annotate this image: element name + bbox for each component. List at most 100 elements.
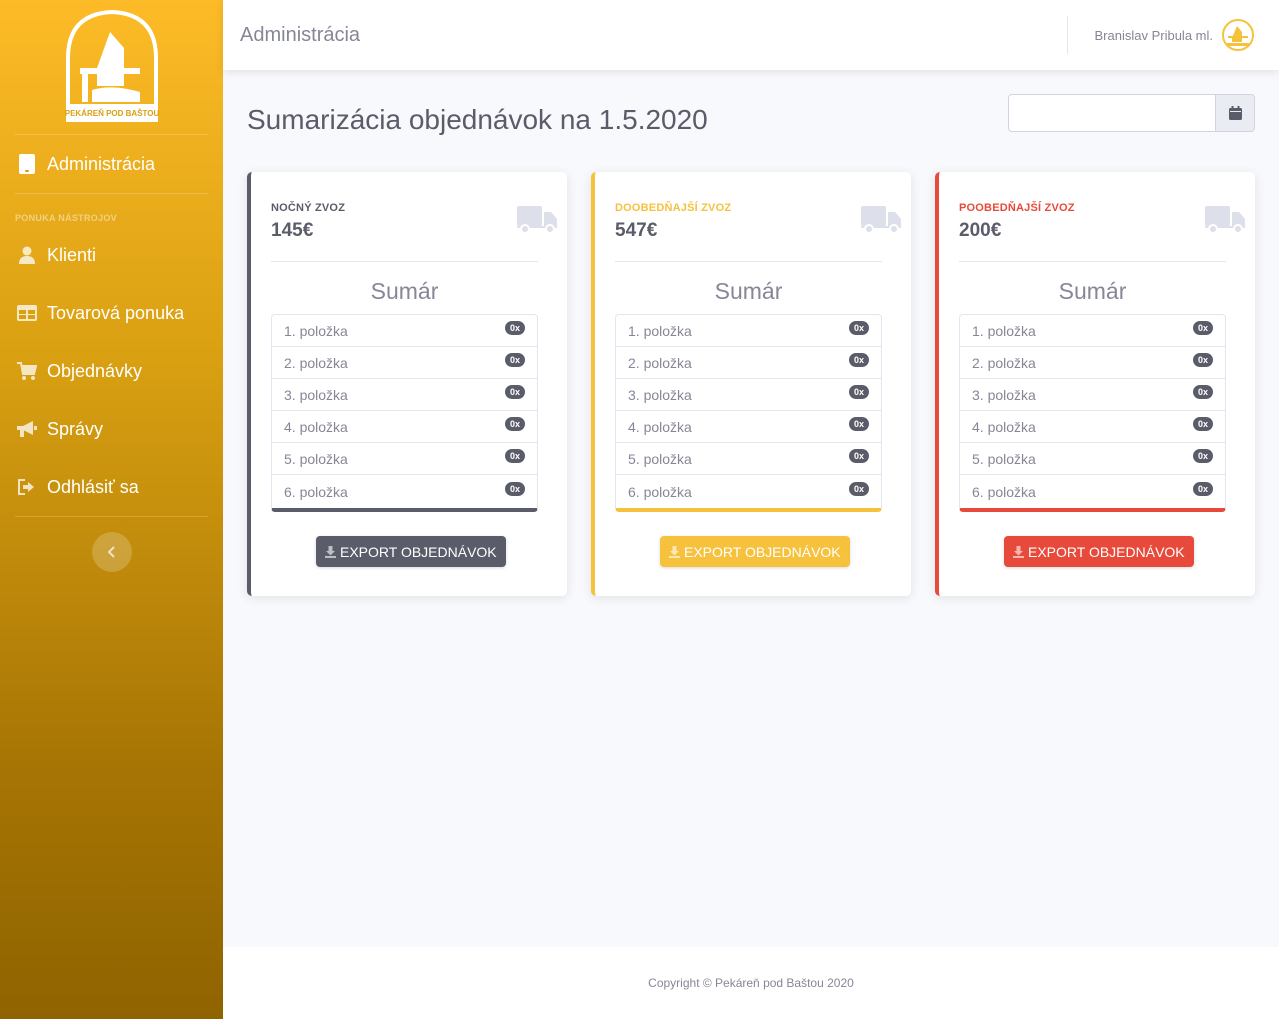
sidebar-item-label: Správy [47, 418, 104, 439]
topbar-title: Administrácia [240, 23, 361, 46]
sidebar-item-label: Objednávky [47, 360, 143, 381]
count-badge: 0x [504, 352, 525, 367]
brand[interactable]: PEKÁREŇ POD BAŠTOU [0, 0, 223, 134]
item-name: 5. položka [628, 450, 692, 467]
item-name: 1. položka [628, 322, 692, 339]
list-item: 1. položka 0x [960, 315, 1225, 347]
export-button[interactable]: EXPORT OBJEDNÁVOK [660, 536, 850, 567]
sidebar-item-objednavky[interactable]: Objednávky [0, 342, 223, 400]
calendar-icon [1228, 106, 1242, 120]
list-item: 4. položka 0x [272, 411, 537, 443]
list-item: 4. položka 0x [616, 411, 881, 443]
card-header: Doobedňajší zvoz 547€ [615, 202, 901, 242]
card-doobednajsi-zvoz: Doobedňajší zvoz 547€ Sumár 1. položka 0x… [591, 172, 911, 596]
item-name: 4. položka [284, 418, 348, 435]
count-badge: 0x [848, 448, 869, 463]
sidebar-item-label: Administrácia [47, 153, 156, 174]
bullhorn-icon [17, 419, 37, 439]
card-label: Doobedňajší zvoz [615, 202, 732, 214]
count-badge: 0x [504, 448, 525, 463]
card-label: Nočný zvoz [271, 202, 346, 214]
summary-title: Sumár [370, 278, 439, 304]
export-button-label: EXPORT OBJEDNÁVOK [684, 543, 841, 560]
item-name: 2. položka [972, 354, 1036, 371]
item-name: 6. položka [628, 483, 692, 500]
item-name: 5. položka [284, 450, 348, 467]
list-item: 3. položka 0x [960, 379, 1225, 411]
card-label: Poobedňajší zvoz [959, 202, 1075, 214]
count-badge: 0x [504, 384, 525, 399]
copyright-text: Copyright © Pekáreň pod Baštou 2020 [648, 976, 854, 990]
sidebar-item-spravy[interactable]: Správy [0, 400, 223, 458]
count-badge: 0x [504, 320, 525, 335]
export-button-label: EXPORT OBJEDNÁVOK [340, 543, 497, 560]
list-item: 6. položka 0x [616, 475, 881, 508]
sidebar-item-label: Tovarová ponuka [47, 302, 185, 323]
sidebar-heading: PONUKA NÁSTROJOV [15, 213, 117, 223]
calendar-button[interactable] [1216, 94, 1255, 132]
card-value: 145€ [271, 220, 314, 241]
count-badge: 0x [848, 320, 869, 335]
sidebar-item-tovarova-ponuka[interactable]: Tovarová ponuka [0, 284, 223, 342]
list-item: 5. položka 0x [616, 443, 881, 475]
truck-icon [861, 206, 901, 234]
sidebar-item-administracia[interactable]: Administrácia [0, 135, 223, 193]
download-icon [669, 545, 680, 558]
count-badge: 0x [1192, 384, 1213, 399]
sidebar-item-label: Klienti [47, 244, 97, 265]
list-item: 6. položka 0x [272, 475, 537, 508]
summary-list: 1. položka 0x 2. položka 0x 3. položka 0x 4… [271, 314, 538, 512]
item-name: 1. položka [972, 322, 1036, 339]
sidebar-item-label: Odhlásiť sa [47, 476, 139, 497]
item-name: 3. položka [628, 386, 692, 403]
download-icon [325, 545, 336, 558]
card-poobednajsi-zvoz: Poobedňajší zvoz 200€ Sumár 1. položka 0x… [935, 172, 1255, 596]
count-badge: 0x [1192, 481, 1213, 496]
export-button[interactable]: EXPORT OBJEDNÁVOK [1004, 536, 1194, 567]
count-badge: 0x [848, 384, 869, 399]
card-divider [271, 261, 538, 262]
card-header: Nočný zvoz 145€ [271, 202, 557, 242]
count-badge: 0x [848, 352, 869, 367]
item-name: 2. položka [284, 354, 348, 371]
topbar: Administrácia Branislav Pribula ml. [223, 0, 1279, 70]
download-icon [1013, 545, 1024, 558]
card-nocny-zvoz: Nočný zvoz 145€ Sumár 1. položka 0x 2. po… [247, 172, 567, 596]
date-input[interactable] [1008, 94, 1216, 132]
card-value: 200€ [959, 220, 1002, 241]
sign-out-icon [17, 477, 37, 497]
export-button[interactable]: EXPORT OBJEDNÁVOK [316, 536, 506, 567]
item-name: 3. položka [972, 386, 1036, 403]
item-name: 2. položka [628, 354, 692, 371]
list-item: 5. položka 0x [272, 443, 537, 475]
chevron-left-icon [107, 546, 115, 558]
item-name: 6. položka [972, 483, 1036, 500]
item-name: 4. položka [628, 418, 692, 435]
topbar-divider [1066, 16, 1068, 54]
footer: Copyright © Pekáreň pod Baštou 2020 [223, 947, 1279, 1019]
export-button-label: EXPORT OBJEDNÁVOK [1028, 543, 1185, 560]
count-badge: 0x [1192, 448, 1213, 463]
item-name: 3. položka [284, 386, 348, 403]
sidebar-toggle-wrap [0, 517, 223, 572]
avatar[interactable] [1221, 18, 1255, 52]
item-name: 5. položka [972, 450, 1036, 467]
truck-icon [517, 206, 557, 234]
card-header: Poobedňajší zvoz 200€ [959, 202, 1245, 242]
summary-title: Sumár [714, 278, 783, 304]
list-item: 4. položka 0x [960, 411, 1225, 443]
user-name[interactable]: Branislav Pribula ml. [1095, 28, 1214, 43]
card-value: 547€ [615, 220, 658, 241]
table-icon [17, 303, 37, 323]
list-item: 2. položka 0x [272, 347, 537, 379]
bakery-logo: PEKÁREŇ POD BAŠTOU [64, 9, 159, 122]
summary-list: 1. položka 0x 2. položka 0x 3. položka 0x 4… [615, 314, 882, 512]
list-item: 2. položka 0x [616, 347, 881, 379]
list-item: 1. položka 0x [616, 315, 881, 347]
sidebar-item-klienti[interactable]: Klienti [0, 226, 223, 284]
count-badge: 0x [848, 416, 869, 431]
count-badge: 0x [848, 481, 869, 496]
list-item: 5. položka 0x [960, 443, 1225, 475]
sidebar-toggle-button[interactable] [91, 532, 132, 572]
sidebar-item-odhlasit[interactable]: Odhlásiť sa [0, 458, 223, 516]
